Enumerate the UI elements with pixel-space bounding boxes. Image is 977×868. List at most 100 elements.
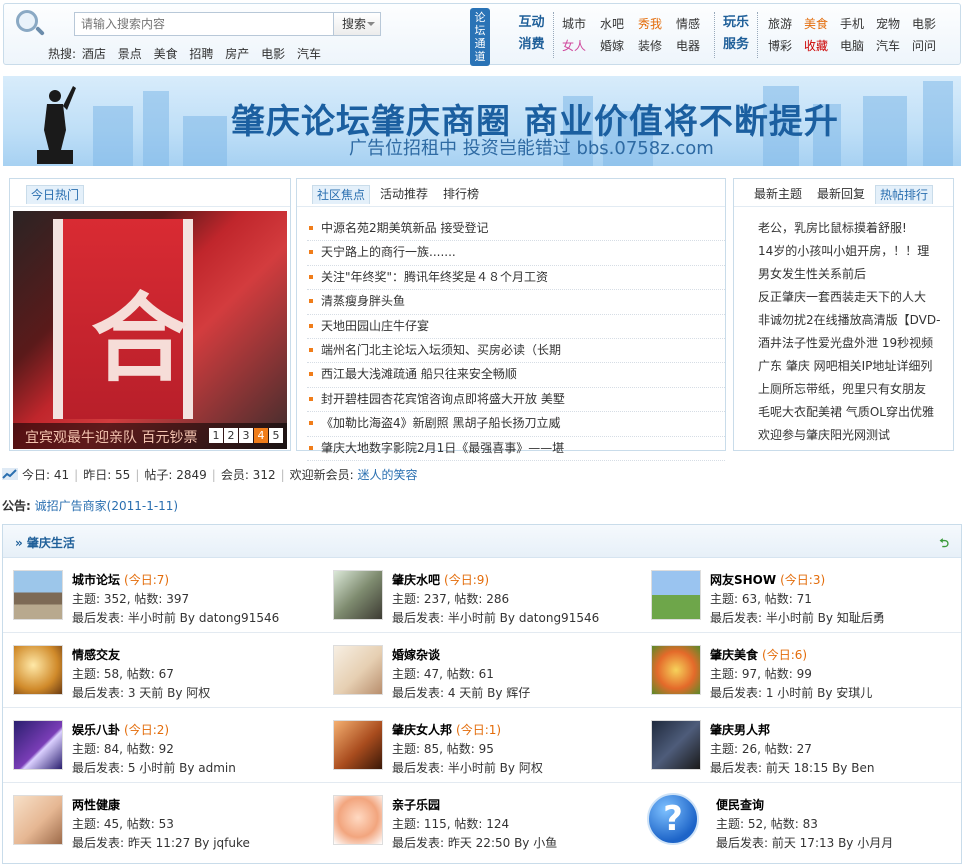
channel-link[interactable]: 婚嫁: [600, 38, 638, 55]
news-item[interactable]: 《加勒比海盗4》新剧照 黑胡子船长扬刀立威: [307, 412, 725, 437]
channel-cat-consume[interactable]: 消费: [510, 34, 553, 56]
channel-link[interactable]: 电脑: [840, 38, 876, 55]
forum-board[interactable]: 网友SHOW (今日:3) 主题: 63, 帖数: 71 最后发表: 半小时前 By …: [641, 558, 959, 633]
tab-ranking[interactable]: 排行榜: [439, 185, 483, 203]
post-item[interactable]: 广东 肇庆 网吧相关IP地址详细列: [758, 355, 958, 378]
channel-link[interactable]: 问问: [912, 38, 948, 55]
forum-board[interactable]: 两性健康 主题: 45, 帖数: 53 最后发表: 昨天 11:27 By jqfu…: [3, 783, 321, 858]
tab-today-hot[interactable]: 今日热门: [26, 185, 85, 204]
post-item[interactable]: 酒井法子性爱光盘外泄 19秒视频: [758, 332, 958, 355]
board-last-post[interactable]: 最后发表: 半小时前 By 阿权: [392, 759, 543, 778]
board-last-post[interactable]: 最后发表: 昨天 22:50 By 小鱼: [392, 834, 557, 853]
forum-board[interactable]: 城市论坛 (今日:7) 主题: 352, 帖数: 397 最后发表: 半小时前 By …: [3, 558, 321, 633]
board-thumbnail-man-photo[interactable]: [651, 720, 701, 770]
board-thumbnail-baby-photo[interactable]: [333, 795, 383, 845]
hot-word-link[interactable]: 美食: [154, 47, 178, 61]
slideshow-page-button-active[interactable]: 4: [254, 428, 268, 443]
board-thumbnail-lamp-photo[interactable]: [13, 645, 63, 695]
ad-banner[interactable]: 肇庆论坛肇庆商圈 商业价值将不断提升 广告位招租中 投资岂能错过 bbs.075…: [3, 76, 961, 166]
channel-link[interactable]: 城市: [562, 16, 600, 33]
forum-board[interactable]: 婚嫁杂谈 主题: 47, 帖数: 61 最后发表: 4 天前 By 辉仔: [323, 633, 641, 708]
chevron-down-icon[interactable]: [367, 22, 375, 30]
news-item[interactable]: 端州名门北主论坛入坛须知、买房必读（长期: [307, 339, 725, 364]
hot-word-link[interactable]: 电影: [261, 47, 285, 61]
board-name-link[interactable]: 城市论坛: [72, 573, 120, 587]
slideshow-page-button[interactable]: 3: [239, 428, 253, 443]
channel-link[interactable]: 电器: [676, 38, 714, 55]
news-item[interactable]: 中源名苑2期美筑新品 接受登记: [307, 217, 725, 242]
news-item[interactable]: 天地田园山庄牛仔宴: [307, 315, 725, 339]
board-name-link[interactable]: 便民查询: [716, 798, 764, 812]
news-item[interactable]: 西江最大浅滩疏通 船只往来安全畅顺: [307, 363, 725, 388]
channel-link[interactable]: 博彩: [768, 38, 804, 55]
board-last-post[interactable]: 最后发表: 半小时前 By 知耻后勇: [710, 609, 885, 628]
forum-board[interactable]: 亲子乐园 主题: 115, 帖数: 124 最后发表: 昨天 22:50 By 小鱼: [323, 783, 641, 858]
board-last-post[interactable]: 最后发表: 1 小时前 By 安琪儿: [710, 684, 872, 703]
post-item[interactable]: 毛呢大衣配美裙 气质OL穿出优雅: [758, 401, 958, 424]
tab-activity-recommend[interactable]: 活动推荐: [376, 185, 432, 203]
board-last-post[interactable]: 最后发表: 3 天前 By 阿权: [72, 684, 210, 703]
board-last-post[interactable]: 最后发表: 前天 17:13 By 小月月: [716, 834, 893, 853]
announcement-link[interactable]: 诚招广告商家(2011-1-11): [35, 499, 178, 513]
board-name-link[interactable]: 肇庆水吧: [392, 573, 440, 587]
post-item[interactable]: 反正肇庆一套西装走天下的人大: [758, 286, 958, 309]
news-item[interactable]: 封开碧桂园杏花宾馆咨询点即将盛大开放 美墅: [307, 388, 725, 413]
news-item[interactable]: 关注"年终奖"：腾讯年终奖是４８个月工资: [307, 266, 725, 291]
post-item[interactable]: 男女发生性关系前后: [758, 263, 958, 286]
slideshow-page-button[interactable]: 2: [224, 428, 238, 443]
board-thumbnail-women-photo[interactable]: [333, 720, 383, 770]
forum-section-title[interactable]: » 肇庆生活: [15, 534, 75, 551]
slideshow-page-button[interactable]: 5: [269, 428, 283, 443]
channel-link[interactable]: 情感: [676, 16, 714, 33]
board-name-link[interactable]: 肇庆女人邦: [392, 723, 452, 737]
hot-word-link[interactable]: 景点: [118, 47, 142, 61]
forum-board[interactable]: 肇庆美食 (今日:6) 主题: 97, 帖数: 99 最后发表: 1 小时前 By 安…: [641, 633, 959, 708]
post-item[interactable]: 上厕所忘带纸，兜里只有女朋友: [758, 378, 958, 401]
channel-link[interactable]: 旅游: [768, 16, 804, 33]
forum-board[interactable]: ? 便民查询 主题: 52, 帖数: 83 最后发表: 前天 17:13 By 小月月: [641, 783, 959, 858]
board-thumbnail-people-photo[interactable]: [333, 570, 383, 620]
hot-word-link[interactable]: 酒店: [82, 47, 106, 61]
channel-link[interactable]: 收藏: [804, 38, 840, 55]
news-item[interactable]: 天宁路上的商行一族.......: [307, 241, 725, 266]
post-item[interactable]: 14岁的小孩叫小姐开房，！！理: [758, 240, 958, 263]
hot-word-link[interactable]: 汽车: [297, 47, 321, 61]
news-item[interactable]: 肇庆大地数字影院2月1日《最强喜事》——堪: [307, 437, 725, 461]
board-last-post[interactable]: 最后发表: 5 小时前 By admin: [72, 759, 236, 778]
forum-board[interactable]: 情感交友 主题: 58, 帖数: 67 最后发表: 3 天前 By 阿权: [3, 633, 321, 708]
forum-board[interactable]: 娱乐八卦 (今日:2) 主题: 84, 帖数: 92 最后发表: 5 小时前 By a…: [3, 708, 321, 783]
board-name-link[interactable]: 网友SHOW: [710, 573, 776, 587]
post-item[interactable]: 欢迎参与肇庆阳光网测试: [758, 424, 958, 447]
post-item[interactable]: 老公，乳房比鼠标摸着舒服!: [758, 217, 958, 240]
channel-link[interactable]: 秀我: [638, 16, 676, 33]
post-item[interactable]: 非诚勿扰2在线播放高清版【DVD-: [758, 309, 958, 332]
board-thumbnail-bride-photo[interactable]: [333, 645, 383, 695]
board-name-link[interactable]: 两性健康: [72, 798, 120, 812]
channel-link[interactable]: 装修: [638, 38, 676, 55]
board-name-link[interactable]: 娱乐八卦: [72, 723, 120, 737]
board-thumbnail-gate-photo[interactable]: [13, 570, 63, 620]
channel-link[interactable]: 手机: [840, 16, 876, 33]
channel-link[interactable]: 女人: [562, 38, 600, 55]
board-name-link[interactable]: 肇庆美食: [710, 648, 758, 662]
search-button[interactable]: 搜索: [334, 12, 381, 36]
board-last-post[interactable]: 最后发表: 4 天前 By 辉仔: [392, 684, 530, 703]
news-item[interactable]: 清蒸瘦身胖头鱼: [307, 290, 725, 315]
channel-link[interactable]: 汽车: [876, 38, 912, 55]
help-question-icon[interactable]: ?: [647, 793, 699, 845]
forum-board[interactable]: 肇庆水吧 (今日:9) 主题: 237, 帖数: 286 最后发表: 半小时前 By …: [323, 558, 641, 633]
double-chevron-up-icon[interactable]: ⮌: [939, 534, 949, 555]
board-name-link[interactable]: 情感交友: [72, 648, 120, 662]
board-thumbnail-picnic-photo[interactable]: [651, 570, 701, 620]
channel-link[interactable]: 水吧: [600, 16, 638, 33]
board-last-post[interactable]: 最后发表: 半小时前 By datong91546: [72, 609, 279, 628]
channel-cat-service[interactable]: 服务: [715, 34, 757, 56]
board-last-post[interactable]: 最后发表: 半小时前 By datong91546: [392, 609, 599, 628]
channel-cat-play[interactable]: 玩乐: [715, 12, 757, 34]
new-member-link[interactable]: 迷人的笑容: [358, 468, 418, 482]
board-thumbnail-couple-photo[interactable]: [13, 795, 63, 845]
board-thumbnail-lightning-photo[interactable]: [13, 720, 63, 770]
search-input[interactable]: [74, 12, 334, 36]
forum-board[interactable]: 肇庆女人邦 (今日:1) 主题: 85, 帖数: 95 最后发表: 半小时前 By 阿…: [323, 708, 641, 783]
forum-board[interactable]: 肇庆男人邦 主题: 26, 帖数: 27 最后发表: 前天 18:15 By Ben: [641, 708, 959, 783]
